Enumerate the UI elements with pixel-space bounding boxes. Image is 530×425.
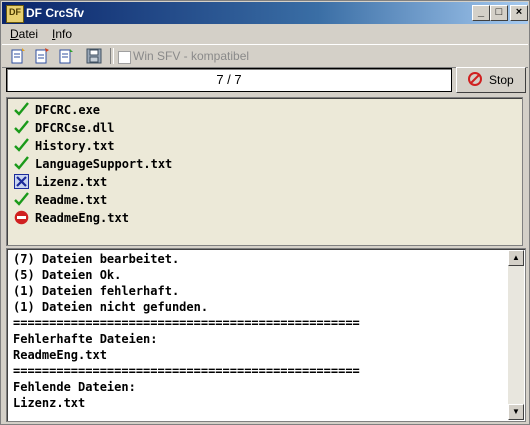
log-line: ReadmeEng.txt: [13, 348, 107, 362]
minimize-icon: _: [477, 6, 485, 18]
scroll-down-icon: ▼: [512, 407, 520, 416]
app-window: DF DF CrcSfv _ □ × Datei Info Win SFV - …: [0, 0, 530, 425]
window-title: DF CrcSfv: [26, 6, 85, 20]
save-icon[interactable]: [85, 47, 103, 65]
file-name: DFCRC.exe: [35, 103, 101, 117]
minimize-button[interactable]: _: [472, 5, 490, 21]
app-icon-text: DF: [9, 7, 21, 17]
log-line: Fehlerhafte Dateien:: [13, 332, 158, 346]
stop-button[interactable]: Stop: [456, 67, 526, 93]
toolbar-separator: [110, 48, 114, 64]
file-name: DFCRCse.dll: [35, 121, 115, 135]
log-scrollbar[interactable]: ▲ ▼: [508, 250, 524, 420]
log-line: ========================================…: [13, 316, 360, 330]
file-list[interactable]: DFCRC.exe DFCRCse.dll History.txt LanguageS…: [6, 97, 523, 246]
maximize-button[interactable]: □: [490, 5, 508, 21]
app-icon: DF: [6, 5, 24, 23]
scroll-up-icon: ▲: [512, 253, 520, 262]
progress-text: 7 / 7: [216, 72, 242, 87]
green-check-icon: [14, 120, 29, 135]
open-file-icon[interactable]: [9, 47, 27, 65]
file-name: Readme.txt: [35, 193, 108, 207]
stop-button-label: Stop: [489, 73, 514, 87]
stop-icon: [468, 72, 482, 86]
green-check-icon: [14, 192, 29, 207]
log-line: (5) Dateien Ok.: [13, 268, 122, 282]
blue-x-icon: [14, 174, 29, 189]
red-stop-icon: [14, 210, 29, 225]
menu-datei-rest: atei: [18, 27, 39, 41]
green-check-icon: [14, 156, 29, 171]
log-line: Fehlende Dateien:: [13, 380, 136, 394]
file-name: Lizenz.txt: [35, 175, 108, 189]
file-name: History.txt: [35, 139, 115, 153]
log-line: (1) Dateien nicht gefunden.: [13, 300, 209, 314]
menu-datei[interactable]: Datei: [10, 27, 38, 41]
win-sfv-checkbox[interactable]: [118, 51, 131, 64]
menu-info[interactable]: Info: [52, 27, 72, 41]
win-sfv-label: Win SFV - kompatibel: [133, 49, 250, 63]
check-files-icon[interactable]: [57, 47, 75, 65]
menu-bar: Datei Info: [2, 25, 528, 43]
close-icon: ×: [515, 6, 523, 18]
file-name: LanguageSupport.txt: [35, 157, 173, 171]
file-name: ReadmeEng.txt: [35, 211, 129, 225]
menu-info-rest: nfo: [55, 27, 73, 41]
scroll-up-button[interactable]: ▲: [508, 250, 524, 266]
menu-datei-accel: D: [10, 27, 19, 41]
toolbar: Win SFV - kompatibel: [2, 44, 528, 68]
log-line: (1) Dateien fehlerhaft.: [13, 284, 180, 298]
title-bar[interactable]: DF DF CrcSfv _ □ ×: [2, 2, 528, 24]
green-check-icon: [14, 102, 29, 117]
new-sfv-icon[interactable]: [33, 47, 51, 65]
close-button[interactable]: ×: [510, 5, 528, 21]
result-log[interactable]: ▲ ▼ (7) Dateien bearbeitet. (5) Dateien O…: [6, 248, 526, 422]
log-line: ========================================…: [13, 364, 360, 378]
progress-field: 7 / 7: [6, 68, 452, 92]
log-line: Lizenz.txt: [13, 396, 86, 410]
scroll-down-button[interactable]: ▼: [508, 404, 524, 420]
log-line: (7) Dateien bearbeitet.: [13, 252, 180, 266]
maximize-icon: □: [495, 6, 503, 18]
green-check-icon: [14, 138, 29, 153]
